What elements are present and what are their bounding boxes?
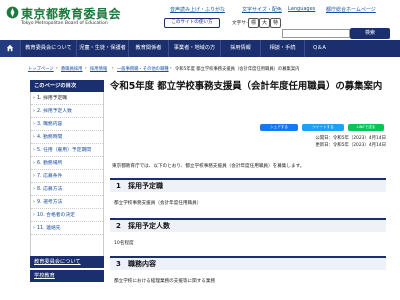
updated-date: 更新日：令和5年（2023）4月14日 (315, 142, 386, 148)
nav-faq[interactable]: Q＆A (304, 40, 334, 57)
section-body: 都立学校における経理業務の支援等に関する業務 (114, 279, 216, 284)
toc-item[interactable]: 1. 採用予定職 (31, 92, 103, 105)
toc-item[interactable]: 7. 応募条件 (31, 170, 103, 183)
section-number: 2 (116, 222, 121, 230)
tokyo-emblem-icon (6, 6, 19, 19)
toc-item[interactable]: 9. 選考方法 (31, 196, 103, 209)
home-icon (6, 44, 14, 51)
breadcrumb-top[interactable]: トップページ (28, 66, 54, 72)
sidebar: このページの目次 1. 採用予定職 2. 採用予定人数 3. 職務内容 4. 勤… (30, 80, 104, 300)
section-heading: 3 職務内容 (110, 256, 386, 270)
sidebar-toc: 1. 採用予定職 2. 採用予定人数 3. 職務内容 4. 勤務時間 5. 任用… (30, 92, 104, 256)
search-button[interactable]: 検索 (350, 28, 390, 39)
toc-item[interactable]: 5. 任用（雇用）予定期間 (31, 144, 103, 157)
logo-title: 東京都教育委員会 (21, 7, 122, 21)
toc-item[interactable]: 8. 応募方法 (31, 183, 103, 196)
section-title: 採用予定人数 (128, 222, 170, 230)
toc-item[interactable]: 4. 勤務時間 (31, 131, 103, 144)
nav-businesses-community[interactable]: 事業者・地域の方 (168, 40, 220, 57)
section-number: 1 (116, 182, 121, 190)
breadcrumb-teacher-recruit[interactable]: 教職員採用 (61, 66, 82, 72)
breadcrumb-general-staff[interactable]: 一般事務職・その他の職種 (117, 66, 169, 72)
utility-links: 音声読み上げ・ふりがな 文字サイズ・配色 Languages 都庁総合ホームペー… (170, 6, 396, 16)
font-size-switcher: 文字サイズ 標 大 特 (232, 18, 281, 28)
line-share-button[interactable]: LINEで送る (348, 124, 384, 131)
util-link-voice[interactable]: 音声読み上げ・ふりがな (170, 6, 225, 13)
nav-about-board[interactable]: 教育委員会について (20, 40, 76, 57)
toc-item[interactable]: 10. 合格者の決定 (31, 209, 103, 222)
logo-subtitle: Tokyo Metropolitan Board of Education (21, 21, 108, 26)
lead-text: 東京都教育庁では、以下のとおり、都立学校事務支援員（会計年度任用職員）を募集しま… (112, 164, 305, 169)
share-buttons: シェアする ツイートする LINEで送る (260, 124, 390, 132)
sidebar-heading: このページの目次 (30, 80, 104, 92)
breadcrumb: トップページ › 教職員採用 › 採用情報 › 一般事務職・その他の職種 › 令… (28, 66, 300, 72)
toc-item[interactable]: 2. 採用予定人数 (31, 105, 103, 118)
section-heading: 2 採用予定人数 (110, 218, 386, 232)
section-body: 都立学校事務支援員（会計年度任用職員） (114, 201, 202, 206)
nav-consultation[interactable]: 相談・手続 (260, 40, 304, 57)
font-size-standard-button[interactable]: 標 (248, 18, 259, 28)
search-input[interactable] (282, 29, 350, 38)
nav-home[interactable] (0, 40, 20, 57)
nav-recruitment[interactable]: 採用情報 (220, 40, 260, 57)
section-title: 職務内容 (128, 260, 156, 268)
font-size-xlarge-button[interactable]: 特 (270, 18, 281, 28)
util-link-metro-home[interactable]: 都庁総合ホームページ (326, 6, 376, 13)
sidebar-link-about-board[interactable]: 教育委員会について (30, 256, 104, 268)
page-title: 令和5年度 都立学校事務支援員（会計年度任用職員）の募集案内 (110, 81, 383, 92)
nav-educators[interactable]: 教育関係者 (128, 40, 168, 57)
section-body: 10名程度 (114, 241, 134, 246)
publish-dates: 公開日：令和5年（2023）4月14日 更新日：令和5年（2023）4月14日 (286, 136, 386, 162)
toc-item[interactable]: 3. 職務内容 (31, 118, 103, 131)
util-link-languages[interactable]: Languages (288, 6, 315, 12)
site-logo[interactable]: 東京都教育委員会 Tokyo Metropolitan Board of Edu… (6, 5, 146, 35)
font-size-large-button[interactable]: 大 (259, 18, 270, 28)
nav-students-parents[interactable]: 児童・生徒・保護者 (76, 40, 128, 57)
util-link-display[interactable]: 文字サイズ・配色 (242, 6, 282, 13)
toc-item[interactable]: 11. 連絡先 (31, 222, 103, 235)
sidebar-link-school-education[interactable]: 学校教育 (30, 270, 104, 282)
global-nav: 教育委員会について 児童・生徒・保護者 教育関係者 事業者・地域の方 採用情報 … (0, 40, 400, 57)
site-usage-button[interactable]: このサイトの使い方 (164, 18, 220, 28)
main-content: 令和5年度 都立学校事務支援員（会計年度任用職員）の募集案内 シェアする ツイー… (110, 80, 390, 300)
facebook-share-button[interactable]: シェアする (260, 124, 298, 131)
section-title: 採用予定職 (128, 182, 163, 190)
section-number: 3 (116, 260, 121, 268)
twitter-share-button[interactable]: ツイートする (302, 124, 344, 131)
section-heading: 1 採用予定職 (110, 178, 386, 192)
toc-item[interactable]: 6. 勤務場所 (31, 157, 103, 170)
breadcrumb-recruit-info[interactable]: 採用情報 (90, 66, 107, 72)
site-header: 東京都教育委員会 Tokyo Metropolitan Board of Edu… (0, 0, 400, 40)
breadcrumb-current: 令和5年度 都立学校事務支援員（会計年度任用職員）の募集案内 (175, 67, 300, 72)
